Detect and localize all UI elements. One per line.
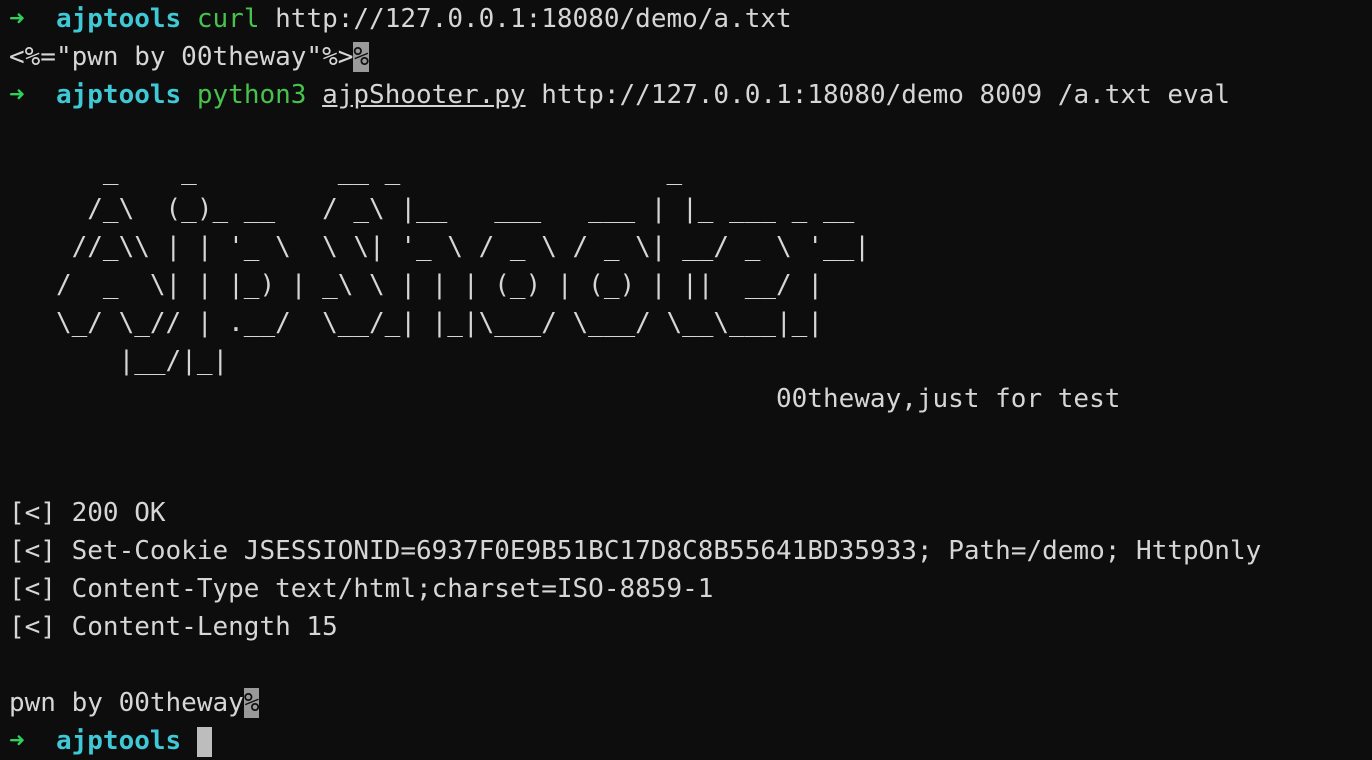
command-name: python3 [196,80,307,110]
output-text: <%="pwn by 00theway"%> [9,42,354,72]
command-line-curl: ➜ ajptools curl http://127.0.0.1:18080/d… [9,0,792,38]
banner-line: / _ \| | |_) | _\ \ | | | (_) | (_) | ||… [9,270,823,300]
banner-line: _ _ __ _ _ [9,156,683,186]
response-header: [<] Set-Cookie JSESSIONID=6937F0E9B51BC1… [9,536,1262,566]
no-newline-marker: % [243,688,260,718]
command-args: http://127.0.0.1:18080/demo 8009 /a.txt … [541,80,1230,110]
response-status: [<] 200 OK [9,498,166,528]
prompt-directory: ajptools [55,4,182,34]
banner-line: /_\ (_)_ __ / _\ |__ ___ ___ | |_ ___ _ … [9,194,855,224]
response-header: [<] Content-Length 15 [9,612,338,642]
prompt-arrow-icon: ➜ [9,726,25,756]
prompt-directory: ajptools [55,726,182,756]
text-cursor[interactable] [196,726,212,757]
script-filename: ajpShooter.py [322,80,526,110]
command-url: http://127.0.0.1:18080/demo/a.txt [275,4,792,34]
command-name: curl [196,4,260,34]
banner-line: |__/|_| [9,346,229,376]
command-line-python: ➜ ajptools python3 ajpShooter.py http://… [9,76,1230,114]
no-newline-marker: % [353,42,370,72]
prompt-arrow-icon: ➜ [9,4,25,34]
prompt-directory: ajptools [55,80,182,110]
terminal-window[interactable]: ➜ ajptools curl http://127.0.0.1:18080/d… [0,0,1372,760]
body-text: pwn by 00theway [9,688,244,718]
banner-line: \_/ \_// | .__/ \__/_| |_|\___/ \___/ \_… [9,308,823,338]
prompt-arrow-icon: ➜ [9,80,25,110]
curl-output: <%="pwn by 00theway"%>% [9,38,370,76]
banner-line: //_\\ | | '_ \ \ \| '_ \ / _ \ / _ \| __… [9,232,870,262]
response-header: [<] Content-Type text/html;charset=ISO-8… [9,574,714,604]
response-body: pwn by 00theway% [9,684,260,722]
current-prompt[interactable]: ➜ ajptools [9,722,212,760]
banner-tagline: 00theway,just for test [776,384,1121,414]
